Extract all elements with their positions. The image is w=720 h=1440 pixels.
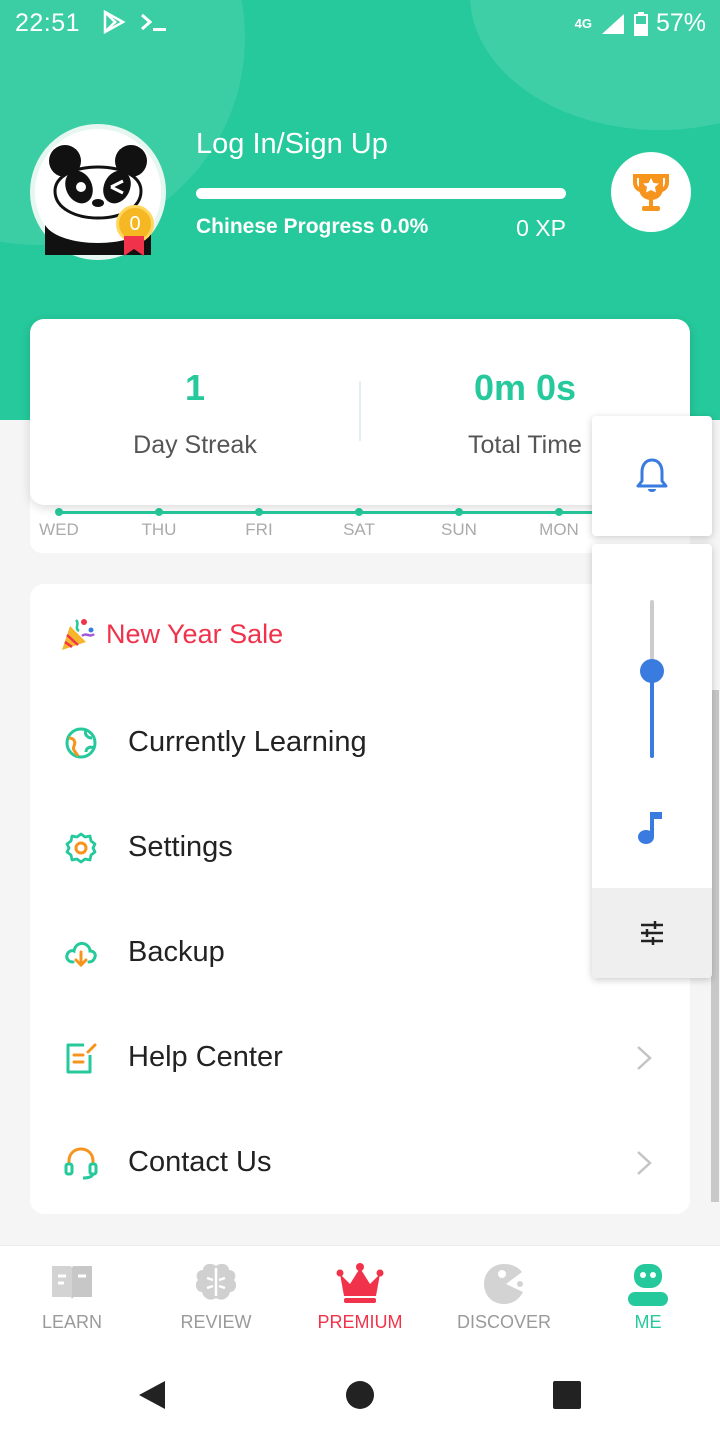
tab-premium[interactable]: PREMIUM <box>288 1246 432 1346</box>
book-icon <box>52 1266 92 1300</box>
help-doc-icon <box>66 1043 97 1074</box>
terminal-icon <box>141 13 166 31</box>
menu-item-settings[interactable]: Settings <box>30 795 690 900</box>
menu-item-backup[interactable]: Backup <box>30 900 690 1005</box>
streak-day-label: MON <box>539 520 579 539</box>
crown-icon <box>336 1263 384 1303</box>
gear-icon <box>65 832 97 864</box>
system-nav-bar <box>0 1345 720 1440</box>
ringer-mode-button[interactable] <box>592 416 712 536</box>
music-note-icon <box>638 812 662 844</box>
headset-icon <box>64 1147 98 1180</box>
tab-learn[interactable]: LEARN <box>0 1246 144 1346</box>
sound-settings-button[interactable] <box>592 888 712 978</box>
streak-day-label: SAT <box>343 520 375 539</box>
stats-card: 1 Day Streak 0m 0s Total Time <box>30 319 690 505</box>
tab-label: DISCOVER <box>456 1312 552 1332</box>
leaderboard-button[interactable] <box>611 152 691 232</box>
battery-icon <box>633 11 648 36</box>
back-icon[interactable] <box>137 1379 167 1411</box>
play-store-icon <box>103 10 126 34</box>
ribbon-icon <box>124 236 144 256</box>
menu-item-help-center[interactable]: Help Center <box>30 1005 690 1110</box>
signal-icon <box>601 13 624 34</box>
tab-review[interactable]: REVIEW <box>144 1246 288 1346</box>
streak-day-dot <box>155 508 163 516</box>
streak-day-dot <box>55 508 63 516</box>
cloud-download-icon <box>65 941 97 968</box>
recents-icon[interactable] <box>553 1381 581 1409</box>
menu-item-label: Currently Learning <box>128 726 367 758</box>
menu-card: New Year Sale Currently Learning Setting… <box>30 584 690 1214</box>
menu-item-currently-learning[interactable]: Currently Learning <box>30 690 690 795</box>
sale-label: New Year Sale <box>106 618 284 649</box>
status-time: 22:51 <box>15 9 81 37</box>
streak-day-dot <box>355 508 363 516</box>
trophy-icon <box>633 174 669 211</box>
progress-label: Chinese Progress 0.0% <box>196 215 429 238</box>
streak-line <box>58 511 603 514</box>
brain-icon <box>195 1263 237 1300</box>
streak-day-label: WED <box>39 520 79 539</box>
tab-label: REVIEW <box>180 1312 252 1332</box>
volume-slider-fill <box>650 671 654 758</box>
menu-item-label: Settings <box>128 831 233 863</box>
menu-item-label: Help Center <box>128 1041 283 1073</box>
robot-avatar-icon <box>628 1264 668 1306</box>
streak-day-label: FRI <box>245 520 273 539</box>
streak-day-label: SUN <box>441 520 477 539</box>
menu-item-label: Backup <box>128 936 225 968</box>
tab-label: PREMIUM <box>317 1312 403 1332</box>
streak-day-dot <box>255 508 263 516</box>
new-year-sale-item[interactable]: New Year Sale <box>60 616 283 652</box>
tab-label: LEARN <box>41 1312 103 1332</box>
streak-day-label: THU <box>141 520 177 539</box>
chevron-right-icon <box>637 1151 652 1175</box>
discover-icon <box>484 1264 523 1304</box>
streak-day-dot <box>555 508 563 516</box>
day-streak-label: Day Streak <box>133 431 257 459</box>
party-popper-icon <box>62 619 95 650</box>
scrollbar[interactable] <box>711 690 719 1202</box>
total-time-value: 0m 0s <box>473 367 577 408</box>
tab-label: ME <box>634 1312 662 1332</box>
menu-item-contact-us[interactable]: Contact Us <box>30 1110 690 1215</box>
volume-slider-thumb[interactable] <box>640 659 664 684</box>
network-type-label: 4G <box>574 15 592 31</box>
login-signup-link[interactable]: Log In/Sign Up <box>196 128 388 161</box>
bell-icon <box>636 458 668 492</box>
volume-panel <box>592 544 712 978</box>
bottom-nav: LEARN REVIEW PREMIUM DISCOVER ME <box>0 1245 720 1345</box>
globe-icon <box>65 727 97 759</box>
tab-me[interactable]: ME <box>576 1246 720 1346</box>
day-streak-value: 1 <box>184 367 206 408</box>
chevron-right-icon <box>637 1046 652 1070</box>
status-bar: 22:51 4G 57% <box>0 0 720 46</box>
xp-label: 0 XP <box>516 215 566 241</box>
language-progress-bar <box>196 188 566 199</box>
menu-item-label: Contact Us <box>128 1146 272 1178</box>
streak-day-dot <box>455 508 463 516</box>
tune-icon <box>641 921 663 945</box>
home-icon[interactable] <box>345 1380 375 1410</box>
battery-percent: 57% <box>655 9 706 37</box>
tab-discover[interactable]: DISCOVER <box>432 1246 576 1346</box>
